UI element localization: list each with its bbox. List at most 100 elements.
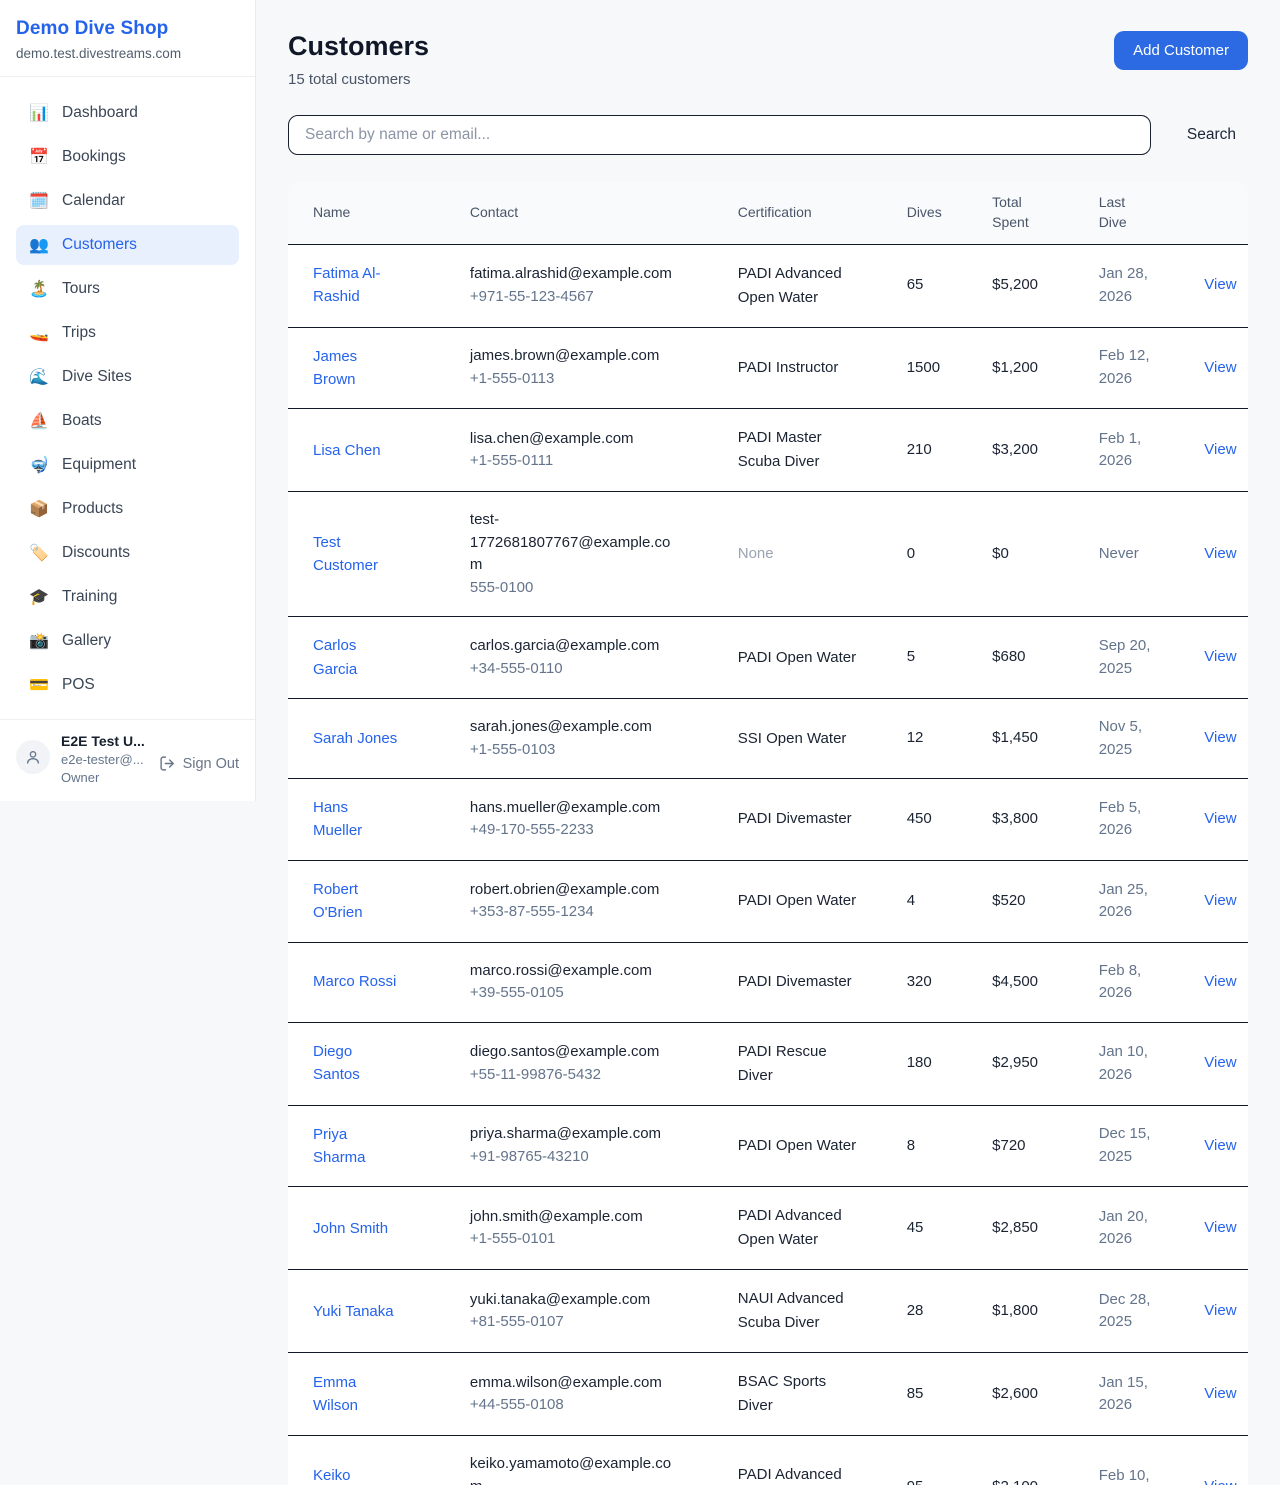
table-row: Marco Rossi marco.rossi@example.com +39-…: [288, 942, 1248, 1022]
view-customer-link[interactable]: View: [1204, 1137, 1236, 1154]
customer-total-spent: $5,200: [980, 244, 1087, 327]
customer-name-link[interactable]: Keiko Yamamoto: [313, 1464, 401, 1485]
sidebar-item-discounts[interactable]: 🏷️ Discounts: [16, 533, 239, 573]
customer-dives: 4: [895, 860, 980, 942]
customer-name-link[interactable]: John Smith: [313, 1217, 388, 1240]
customer-email: yuki.tanaka@example.com: [470, 1289, 682, 1312]
customer-total-spent: $720: [980, 1105, 1087, 1187]
column-header-total-spent: Total Spent: [980, 181, 1087, 244]
sign-out-button[interactable]: Sign Out: [159, 755, 239, 772]
view-customer-link[interactable]: View: [1204, 1054, 1236, 1071]
view-customer-link[interactable]: View: [1204, 648, 1236, 665]
customer-phone: +971-55-123-4567: [470, 286, 714, 309]
table-row: Diego Santos diego.santos@example.com +5…: [288, 1022, 1248, 1105]
column-header-last-dive: Last Dive: [1087, 181, 1193, 244]
customer-name-link[interactable]: James Brown: [313, 345, 401, 392]
customer-email: james.brown@example.com: [470, 345, 682, 368]
sidebar: Demo Dive Shop demo.test.divestreams.com…: [0, 0, 256, 801]
view-customer-link[interactable]: View: [1204, 545, 1236, 562]
customer-last-dive: Jan 20, 2026: [1099, 1206, 1161, 1251]
sign-out-icon: [159, 755, 176, 772]
customer-phone: +34-555-0110: [470, 658, 714, 681]
customer-name-link[interactable]: Fatima Al-Rashid: [313, 262, 401, 309]
view-customer-link[interactable]: View: [1204, 892, 1236, 909]
customer-last-dive: Jan 28, 2026: [1099, 263, 1161, 308]
sidebar-item-customers[interactable]: 👥 Customers: [16, 225, 239, 265]
customer-total-spent: $1,200: [980, 327, 1087, 409]
customer-name-link[interactable]: Carlos Garcia: [313, 634, 401, 681]
view-customer-link[interactable]: View: [1204, 1219, 1236, 1236]
customer-last-dive: Nov 5, 2025: [1099, 716, 1161, 761]
sidebar-item-training[interactable]: 🎓 Training: [16, 577, 239, 617]
customer-phone: +1-555-0101: [470, 1228, 714, 1251]
customer-phone: +49-170-555-2233: [470, 819, 714, 842]
sidebar-item-tours[interactable]: 🏝️ Tours: [16, 269, 239, 309]
customer-email: carlos.garcia@example.com: [470, 635, 682, 658]
user-email: e2e-tester@...: [61, 752, 148, 767]
view-customer-link[interactable]: View: [1204, 729, 1236, 746]
sidebar-item-label: Training: [62, 588, 117, 606]
sidebar-item-trips[interactable]: 🚤 Trips: [16, 313, 239, 353]
customer-dives: 65: [895, 244, 980, 327]
customer-name-link[interactable]: Lisa Chen: [313, 439, 381, 462]
customer-certification: BSAC Sports Diver: [738, 1370, 864, 1418]
customers-table-card: NameContactCertificationDivesTotal Spent…: [288, 181, 1248, 1485]
sidebar-item-label: Boats: [62, 412, 102, 430]
table-row: Robert O'Brien robert.obrien@example.com…: [288, 860, 1248, 942]
customer-certification: PADI Open Water: [738, 1134, 856, 1158]
customer-name-link[interactable]: Emma Wilson: [313, 1371, 401, 1418]
customer-name-link[interactable]: Priya Sharma: [313, 1123, 401, 1170]
customer-certification: PADI Open Water: [738, 646, 856, 670]
sidebar-item-pos[interactable]: 💳 POS: [16, 665, 239, 705]
discounts-icon: 🏷️: [29, 543, 49, 563]
customer-certification: PADI Open Water: [738, 889, 856, 913]
search-input[interactable]: [288, 115, 1151, 155]
customer-certification: PADI Instructor: [738, 356, 839, 380]
sidebar-item-gallery[interactable]: 📸 Gallery: [16, 621, 239, 661]
customer-dives: 450: [895, 779, 980, 861]
user-box: E2E Test U... e2e-tester@... Owner Sign …: [0, 719, 255, 801]
view-customer-link[interactable]: View: [1204, 810, 1236, 827]
view-customer-link[interactable]: View: [1204, 973, 1236, 990]
table-row: Test Customer test-1772681807767@example…: [288, 492, 1248, 617]
column-header-contact: Contact: [458, 181, 726, 244]
customer-total-spent: $3,800: [980, 779, 1087, 861]
customer-dives: 5: [895, 617, 980, 699]
view-customer-link[interactable]: View: [1204, 359, 1236, 376]
search-button[interactable]: Search: [1175, 120, 1248, 150]
customer-email: lisa.chen@example.com: [470, 428, 682, 451]
customer-last-dive: Jan 15, 2026: [1099, 1372, 1161, 1417]
add-customer-button[interactable]: Add Customer: [1114, 31, 1248, 70]
customer-name-link[interactable]: Diego Santos: [313, 1040, 401, 1087]
view-customer-link[interactable]: View: [1204, 1478, 1236, 1485]
sidebar-item-calendar[interactable]: 🗓️ Calendar: [16, 181, 239, 221]
shop-domain: demo.test.divestreams.com: [16, 46, 239, 61]
customer-email: hans.mueller@example.com: [470, 797, 682, 820]
view-customer-link[interactable]: View: [1204, 1385, 1236, 1402]
sidebar-item-bookings[interactable]: 📅 Bookings: [16, 137, 239, 177]
customer-name-link[interactable]: Marco Rossi: [313, 970, 396, 993]
customer-name-link[interactable]: Robert O'Brien: [313, 878, 401, 925]
column-header-actions: [1192, 181, 1248, 244]
pos-icon: 💳: [29, 675, 49, 695]
customer-name-link[interactable]: Sarah Jones: [313, 727, 397, 750]
view-customer-link[interactable]: View: [1204, 1302, 1236, 1319]
sidebar-item-label: Customers: [62, 236, 137, 254]
sidebar-item-products[interactable]: 📦 Products: [16, 489, 239, 529]
table-row: Hans Mueller hans.mueller@example.com +4…: [288, 779, 1248, 861]
view-customer-link[interactable]: View: [1204, 441, 1236, 458]
view-customer-link[interactable]: View: [1204, 276, 1236, 293]
customer-email: john.smith@example.com: [470, 1206, 682, 1229]
customer-email: fatima.alrashid@example.com: [470, 263, 682, 286]
sidebar-item-equipment[interactable]: 🤿 Equipment: [16, 445, 239, 485]
sidebar-item-dive-sites[interactable]: 🌊 Dive Sites: [16, 357, 239, 397]
customer-certification: PADI Master Scuba Diver: [738, 426, 864, 474]
customer-phone: +39-555-0105: [470, 982, 714, 1005]
sidebar-item-dashboard[interactable]: 📊 Dashboard: [16, 93, 239, 133]
customer-name-link[interactable]: Hans Mueller: [313, 796, 401, 843]
table-row: Sarah Jones sarah.jones@example.com +1-5…: [288, 699, 1248, 779]
tours-icon: 🏝️: [29, 279, 49, 299]
sidebar-item-boats[interactable]: ⛵ Boats: [16, 401, 239, 441]
customer-name-link[interactable]: Test Customer: [313, 531, 401, 578]
customer-name-link[interactable]: Yuki Tanaka: [313, 1300, 394, 1323]
